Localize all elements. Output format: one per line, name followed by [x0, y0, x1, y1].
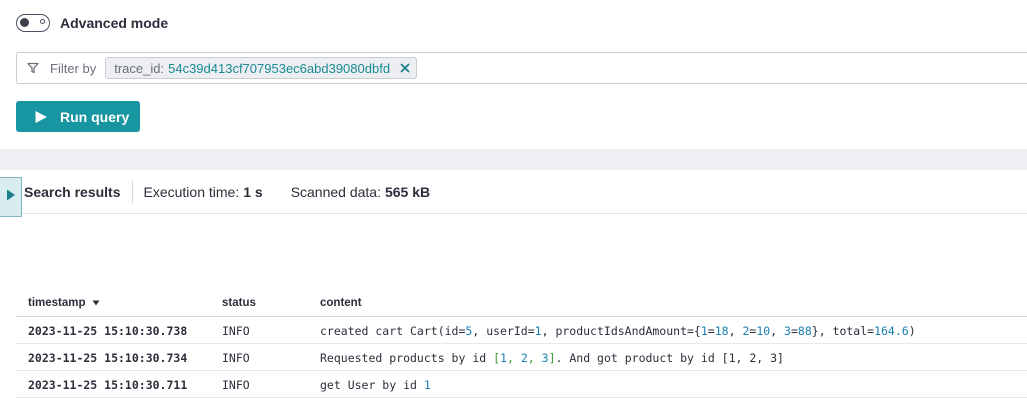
- close-icon[interactable]: [400, 63, 410, 73]
- scanned-data-value: 565 kB: [384, 184, 431, 200]
- results-table: timestamp status content 2023-11-25 15:1…: [16, 290, 1027, 398]
- column-header-status[interactable]: status: [221, 297, 320, 309]
- table-header-row: timestamp status content: [16, 290, 1027, 317]
- run-query-button[interactable]: Run query: [16, 101, 140, 132]
- filter-icon: [27, 61, 41, 75]
- table-row[interactable]: 2023-11-25 15:10:30.734 INFO Requested p…: [16, 346, 1027, 371]
- expand-icon: [6, 188, 16, 206]
- cell-status: INFO: [222, 378, 250, 392]
- chip-key: trace_id:: [114, 60, 165, 76]
- cell-timestamp: 2023-11-25 15:10:30.734: [28, 351, 188, 365]
- play-icon: [34, 110, 48, 124]
- table-row[interactable]: 2023-11-25 15:10:30.738 INFO created car…: [16, 319, 1027, 344]
- advanced-mode-toggle[interactable]: [16, 14, 50, 32]
- advanced-mode-row: Advanced mode: [16, 14, 168, 32]
- cell-content: created cart Cart(id=5, userId=1, produc…: [320, 324, 916, 338]
- column-header-content[interactable]: content: [320, 297, 1027, 309]
- table-row[interactable]: 2023-11-25 15:10:30.711 INFO get User by…: [16, 373, 1027, 398]
- column-header-timestamp[interactable]: timestamp: [16, 297, 221, 309]
- toggle-knob: [20, 18, 29, 27]
- run-query-label: Run query: [60, 108, 130, 125]
- header-divider: [131, 181, 133, 203]
- cell-content: get User by id 1: [320, 378, 431, 392]
- filter-bar[interactable]: Filter by trace_id: 54c39d413cf707953ec6…: [16, 52, 1027, 84]
- cell-status: INFO: [222, 324, 250, 338]
- execution-time-label: Execution time:: [143, 184, 240, 200]
- filter-label: Filter by: [50, 60, 97, 76]
- cell-content: Requested products by id [1, 2, 3]. And …: [320, 351, 784, 365]
- scanned-data-label: Scanned data:: [290, 184, 381, 200]
- advanced-mode-label: Advanced mode: [60, 15, 169, 31]
- results-title: Search results: [24, 184, 121, 200]
- cell-status: INFO: [222, 351, 250, 365]
- execution-time-value: 1 s: [243, 184, 263, 200]
- cell-timestamp: 2023-11-25 15:10:30.711: [28, 378, 188, 392]
- column-header-label: timestamp: [28, 297, 86, 309]
- results-header: Search results Execution time: 1 s Scann…: [24, 180, 430, 204]
- cell-timestamp: 2023-11-25 15:10:30.738: [28, 324, 188, 338]
- toggle-off-indicator: [40, 19, 45, 24]
- expand-panel-button[interactable]: [0, 177, 22, 217]
- results-header-border: [22, 213, 1027, 214]
- log-search-page: Advanced mode Filter by trace_id: 54c39d…: [0, 0, 1027, 415]
- section-divider-band: [0, 149, 1027, 170]
- chip-value: 54c39d413cf707953ec6abd39080dbfd: [168, 60, 391, 76]
- sort-down-icon[interactable]: [92, 300, 100, 306]
- filter-chip-trace-id[interactable]: trace_id: 54c39d413cf707953ec6abd39080db…: [105, 57, 418, 79]
